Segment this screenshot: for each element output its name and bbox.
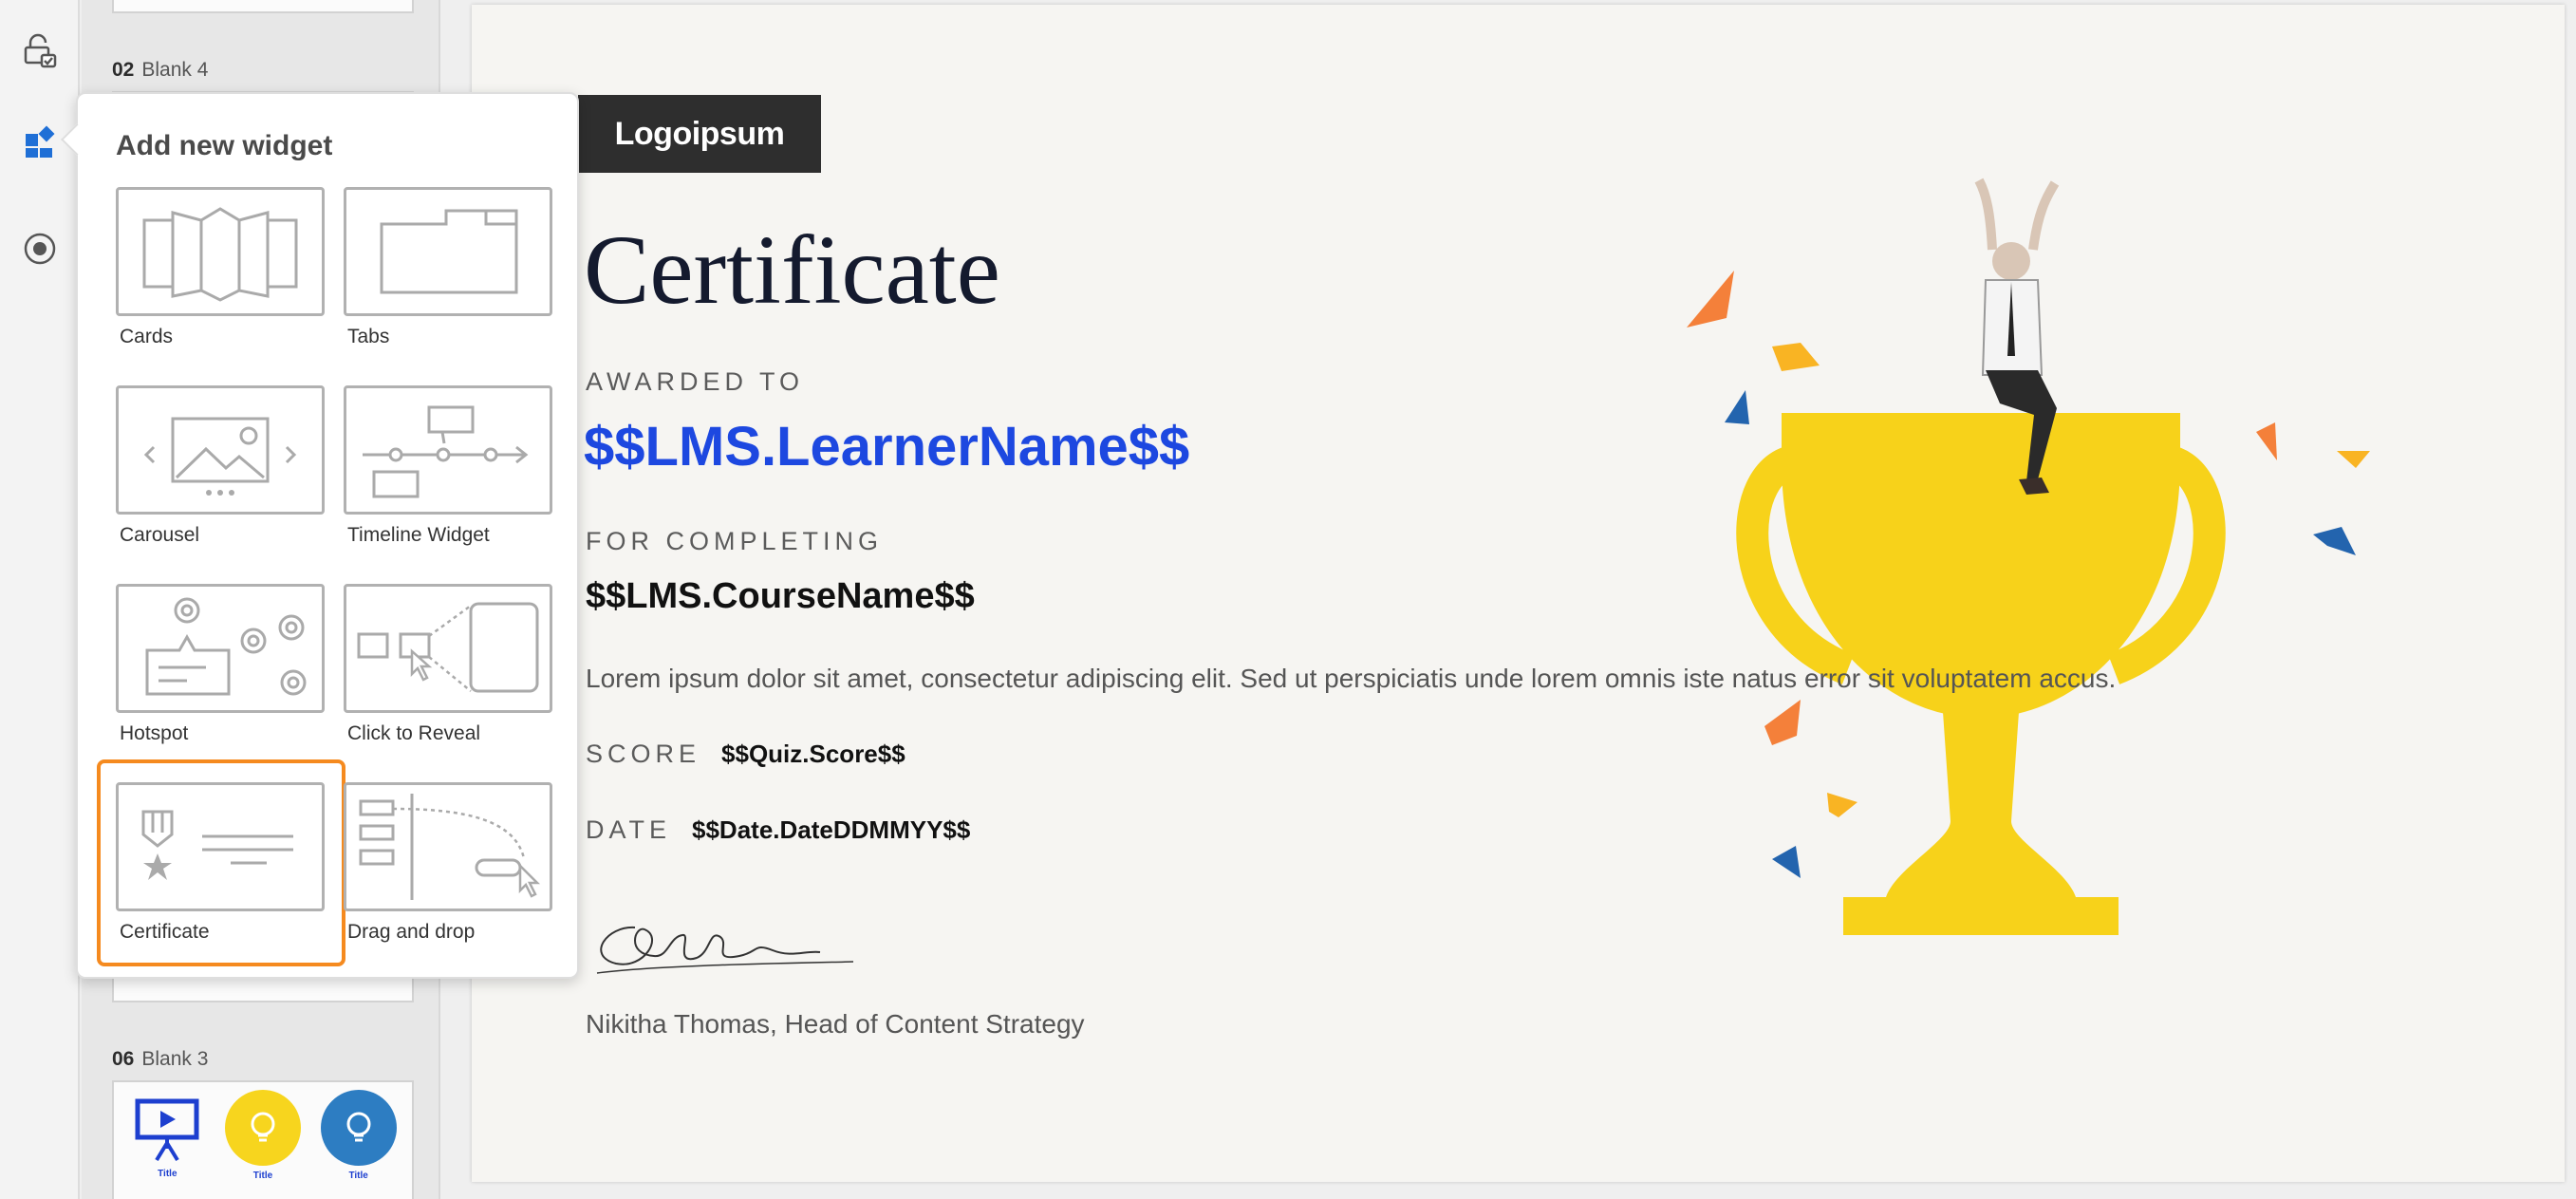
certificate-title[interactable]: Certificate — [584, 214, 1000, 327]
score-value[interactable]: $$Quiz.Score$$ — [721, 740, 905, 769]
widget-label: Cards — [120, 326, 174, 347]
thumb-card-title: Title — [158, 1169, 177, 1179]
widget-click-to-reveal[interactable]: Click to Reveal — [344, 584, 552, 760]
hotspot-preview-icon — [116, 584, 325, 713]
trophy-illustration — [1687, 178, 2370, 935]
widgets-icon[interactable] — [9, 112, 70, 173]
record-icon[interactable] — [9, 218, 70, 279]
widget-drag-and-drop[interactable]: Drag and drop — [344, 782, 552, 959]
widget-certificate[interactable]: Certificate — [97, 759, 345, 966]
widget-hotspot[interactable]: Hotspot — [116, 584, 325, 760]
slide-label-2: 02 Blank 4 — [112, 59, 209, 81]
awarded-to-label: AWARDED TO — [586, 367, 805, 396]
score-row: SCORE $$Quiz.Score$$ — [586, 740, 905, 769]
drag-and-drop-preview-icon — [344, 782, 552, 911]
widget-label: Hotspot — [120, 722, 189, 744]
carousel-preview-icon — [116, 385, 325, 515]
score-label: SCORE — [586, 740, 701, 768]
lock-check-icon[interactable] — [9, 21, 70, 82]
popover-title: Add new widget — [116, 130, 333, 161]
lightbulb-icon — [224, 1090, 301, 1166]
learner-name[interactable]: $$LMS.LearnerName$$ — [584, 415, 1189, 478]
widget-label: Carousel — [120, 524, 200, 546]
widget-label: Click to Reveal — [347, 722, 481, 744]
widget-cards[interactable]: Cards — [116, 187, 325, 364]
for-completing-label: FOR COMPLETING — [586, 527, 884, 555]
widget-label: Drag and drop — [347, 921, 476, 943]
date-row: DATE $$Date.DateDDMMYY$$ — [586, 815, 970, 845]
widget-tabs[interactable]: Tabs — [344, 187, 552, 364]
slide-thumbnail-6[interactable]: Title Title Title — [112, 1080, 414, 1199]
slide-thumbnail-1[interactable] — [112, 0, 414, 13]
signer-name[interactable]: Nikitha Thomas, Head of Content Strategy — [586, 1009, 1085, 1040]
lightbulb-icon — [320, 1090, 397, 1166]
tabs-preview-icon — [344, 187, 552, 316]
certificate-preview-icon — [116, 782, 325, 911]
thumb-card-title: Title — [348, 1171, 368, 1181]
timeline-preview-icon — [344, 385, 552, 515]
slide-label-6: 06 Blank 3 — [112, 1048, 209, 1070]
widget-label: Tabs — [347, 326, 390, 347]
thumb-card-2: Title — [219, 1090, 307, 1199]
click-to-reveal-preview-icon — [344, 584, 552, 713]
widget-label: Certificate — [120, 921, 210, 943]
left-tool-rail — [0, 0, 80, 1199]
logo: Logoipsum — [578, 95, 821, 173]
widget-label: Timeline Widget — [347, 524, 490, 546]
thumb-card-1: Title — [123, 1090, 211, 1199]
course-name[interactable]: $$LMS.CourseName$$ — [586, 576, 975, 617]
widget-timeline[interactable]: Timeline Widget — [344, 385, 552, 562]
signature-image — [596, 926, 854, 974]
date-label: DATE — [586, 815, 672, 844]
thumb-card-title: Title — [252, 1171, 273, 1181]
date-value[interactable]: $$Date.DateDDMMYY$$ — [692, 815, 970, 845]
add-widget-popover: Add new widget Cards Tabs Carousel Timel… — [61, 92, 579, 979]
thumb-card-3: Title — [315, 1090, 402, 1199]
description-text[interactable]: Lorem ipsum dolor sit amet, consectetur … — [586, 664, 2116, 694]
widget-carousel[interactable]: Carousel — [116, 385, 325, 562]
slide-canvas[interactable]: Logoipsum Certificate AWARDED TO $$LMS.L… — [472, 5, 2565, 1182]
cards-preview-icon — [116, 187, 325, 316]
presentation-icon — [135, 1098, 199, 1162]
